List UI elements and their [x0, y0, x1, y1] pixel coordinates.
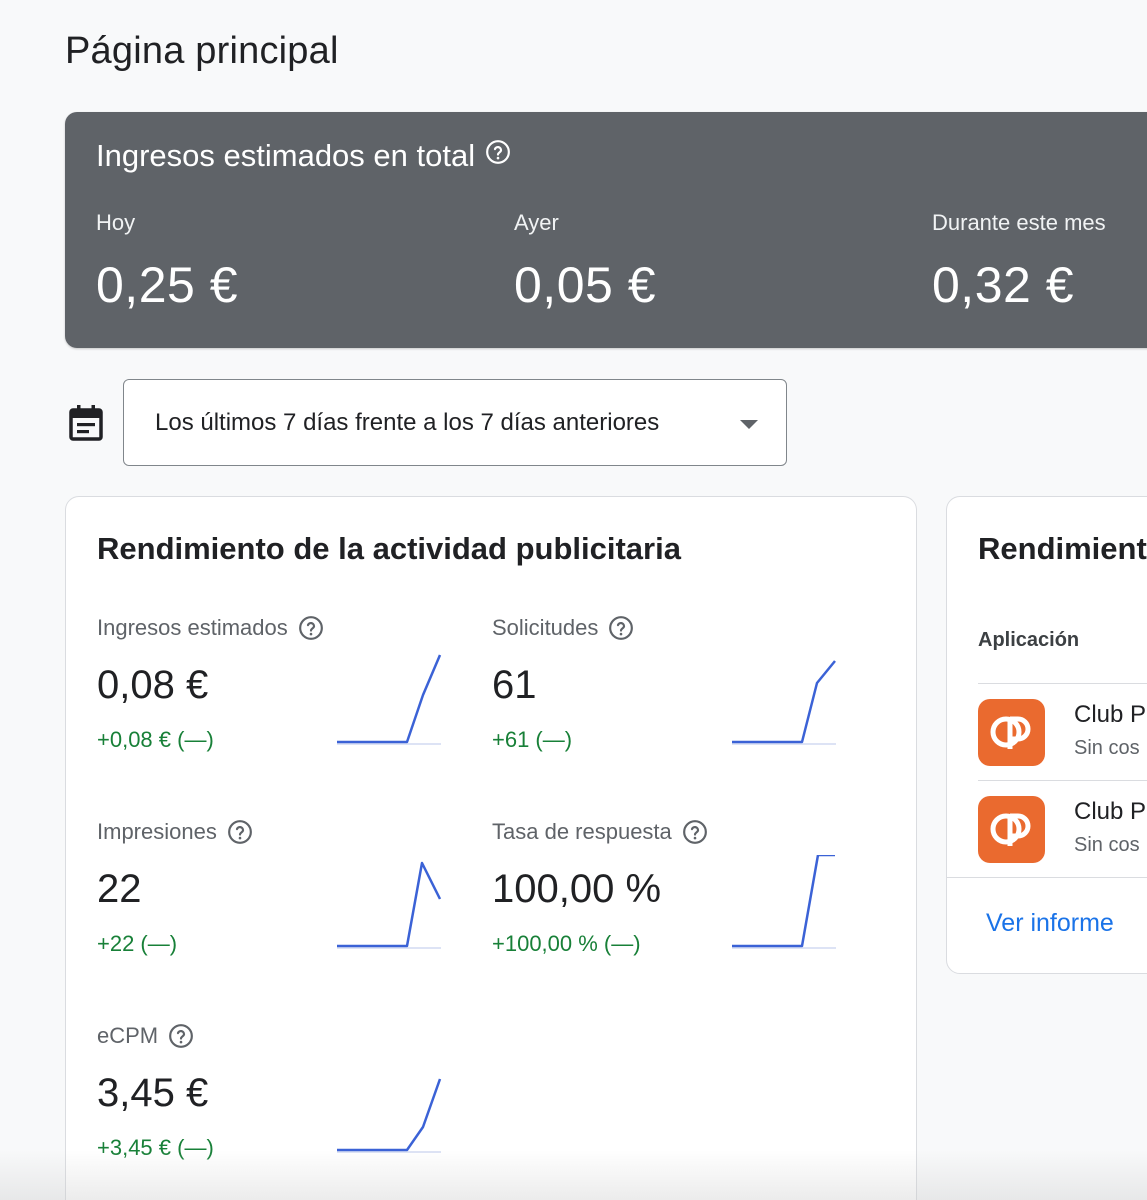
earnings-title: Ingresos estimados en total	[96, 138, 476, 173]
app-list-item[interactable]: Club P Sin cos	[978, 683, 1147, 779]
app-logo-icon	[978, 796, 1045, 863]
metric-value: 61	[492, 663, 537, 707]
earnings-yesterday: Ayer 0,05 €	[514, 210, 656, 314]
metric-delta: +61 (—)	[492, 727, 573, 752]
earnings-yesterday-label: Ayer	[514, 210, 559, 235]
sparkline-chart	[337, 861, 442, 949]
help-icon[interactable]	[298, 615, 324, 641]
sparkline-chart	[337, 654, 442, 745]
help-icon[interactable]	[168, 1023, 194, 1049]
app-performance-title: Rendimiento	[978, 531, 1147, 566]
metric-value: 22	[97, 867, 142, 911]
metric-label-row: Ingresos estimados	[97, 615, 324, 641]
sparkline-chart	[732, 660, 836, 745]
metric-delta: +3,45 € (—)	[97, 1135, 214, 1160]
help-icon[interactable]	[227, 819, 253, 845]
app-list-item[interactable]: Club P Sin cos	[978, 780, 1147, 876]
metric-delta: +0,08 € (—)	[97, 727, 214, 752]
earnings-month-label: Durante este mes	[932, 210, 1106, 235]
calendar-icon	[68, 404, 104, 442]
metric-delta: +22 (—)	[97, 931, 178, 956]
help-icon[interactable]	[485, 139, 511, 165]
metric-label: Ingresos estimados	[97, 615, 288, 640]
page-title: Página principal	[65, 30, 339, 72]
sparkline-chart	[337, 1078, 442, 1153]
metric-label-row: Solicitudes	[492, 615, 634, 641]
metric-ecpm[interactable]: eCPM 3,45 € +3,45 € (—)	[97, 1023, 457, 1193]
row-divider	[978, 780, 1147, 781]
metric-estimated-earnings[interactable]: Ingresos estimados 0,08 € +0,08 € (—)	[97, 615, 457, 785]
metric-value: 3,45 €	[97, 1071, 209, 1115]
app-name: Club P	[1074, 701, 1147, 728]
card-footer-divider	[947, 877, 1147, 878]
earnings-month-value: 0,32 €	[932, 257, 1075, 313]
metric-label-row: eCPM	[97, 1023, 194, 1049]
app-logo-icon	[978, 699, 1045, 766]
metric-label-row: Impresiones	[97, 819, 253, 845]
earnings-month: Durante este mes 0,32 €	[932, 210, 1106, 314]
ad-performance-card: Rendimiento de la actividad publicitaria…	[65, 496, 917, 1200]
app-column-header: Aplicación	[978, 629, 1080, 651]
app-subtitle: Sin cos	[1074, 834, 1140, 856]
metric-delta: +100,00 % (—)	[492, 931, 641, 956]
metric-label: Solicitudes	[492, 615, 599, 640]
metric-value: 0,08 €	[97, 663, 209, 707]
earnings-yesterday-value: 0,05 €	[514, 257, 657, 313]
view-report-link[interactable]: Ver informe	[986, 909, 1114, 938]
metric-response-rate[interactable]: Tasa de respuesta 100,00 % +100,00 % (—)	[492, 819, 852, 989]
ad-performance-title: Rendimiento de la actividad publicitaria	[97, 531, 681, 566]
earnings-today-label: Hoy	[96, 210, 136, 235]
metric-label: eCPM	[97, 1023, 159, 1048]
earnings-title-row: Ingresos estimados en total	[96, 138, 511, 174]
sparkline-chart	[732, 855, 836, 949]
app-performance-card: Rendimiento Aplicación Club P Sin cos Cl…	[946, 496, 1147, 974]
date-range-dropdown[interactable]: Los últimos 7 días frente a los 7 días a…	[123, 379, 787, 466]
app-name: Club P	[1074, 798, 1147, 825]
metric-requests[interactable]: Solicitudes 61 +61 (—)	[492, 615, 852, 785]
help-icon[interactable]	[608, 615, 634, 641]
date-range-label: Los últimos 7 días frente a los 7 días a…	[155, 408, 660, 436]
dropdown-caret-icon	[740, 420, 758, 429]
help-icon[interactable]	[682, 819, 708, 845]
page: Página principal Ingresos estimados en t…	[0, 0, 1147, 1200]
metric-impressions[interactable]: Impresiones 22 +22 (—)	[97, 819, 457, 989]
app-subtitle: Sin cos	[1074, 737, 1140, 759]
metric-label: Tasa de respuesta	[492, 819, 672, 844]
metric-value: 100,00 %	[492, 867, 662, 911]
earnings-today-value: 0,25 €	[96, 257, 239, 313]
row-divider	[978, 683, 1147, 684]
earnings-summary: Ingresos estimados en total Hoy 0,25 € A…	[65, 112, 1147, 348]
metric-label-row: Tasa de respuesta	[492, 819, 708, 845]
earnings-today: Hoy 0,25 €	[96, 210, 238, 314]
metric-label: Impresiones	[97, 819, 217, 844]
